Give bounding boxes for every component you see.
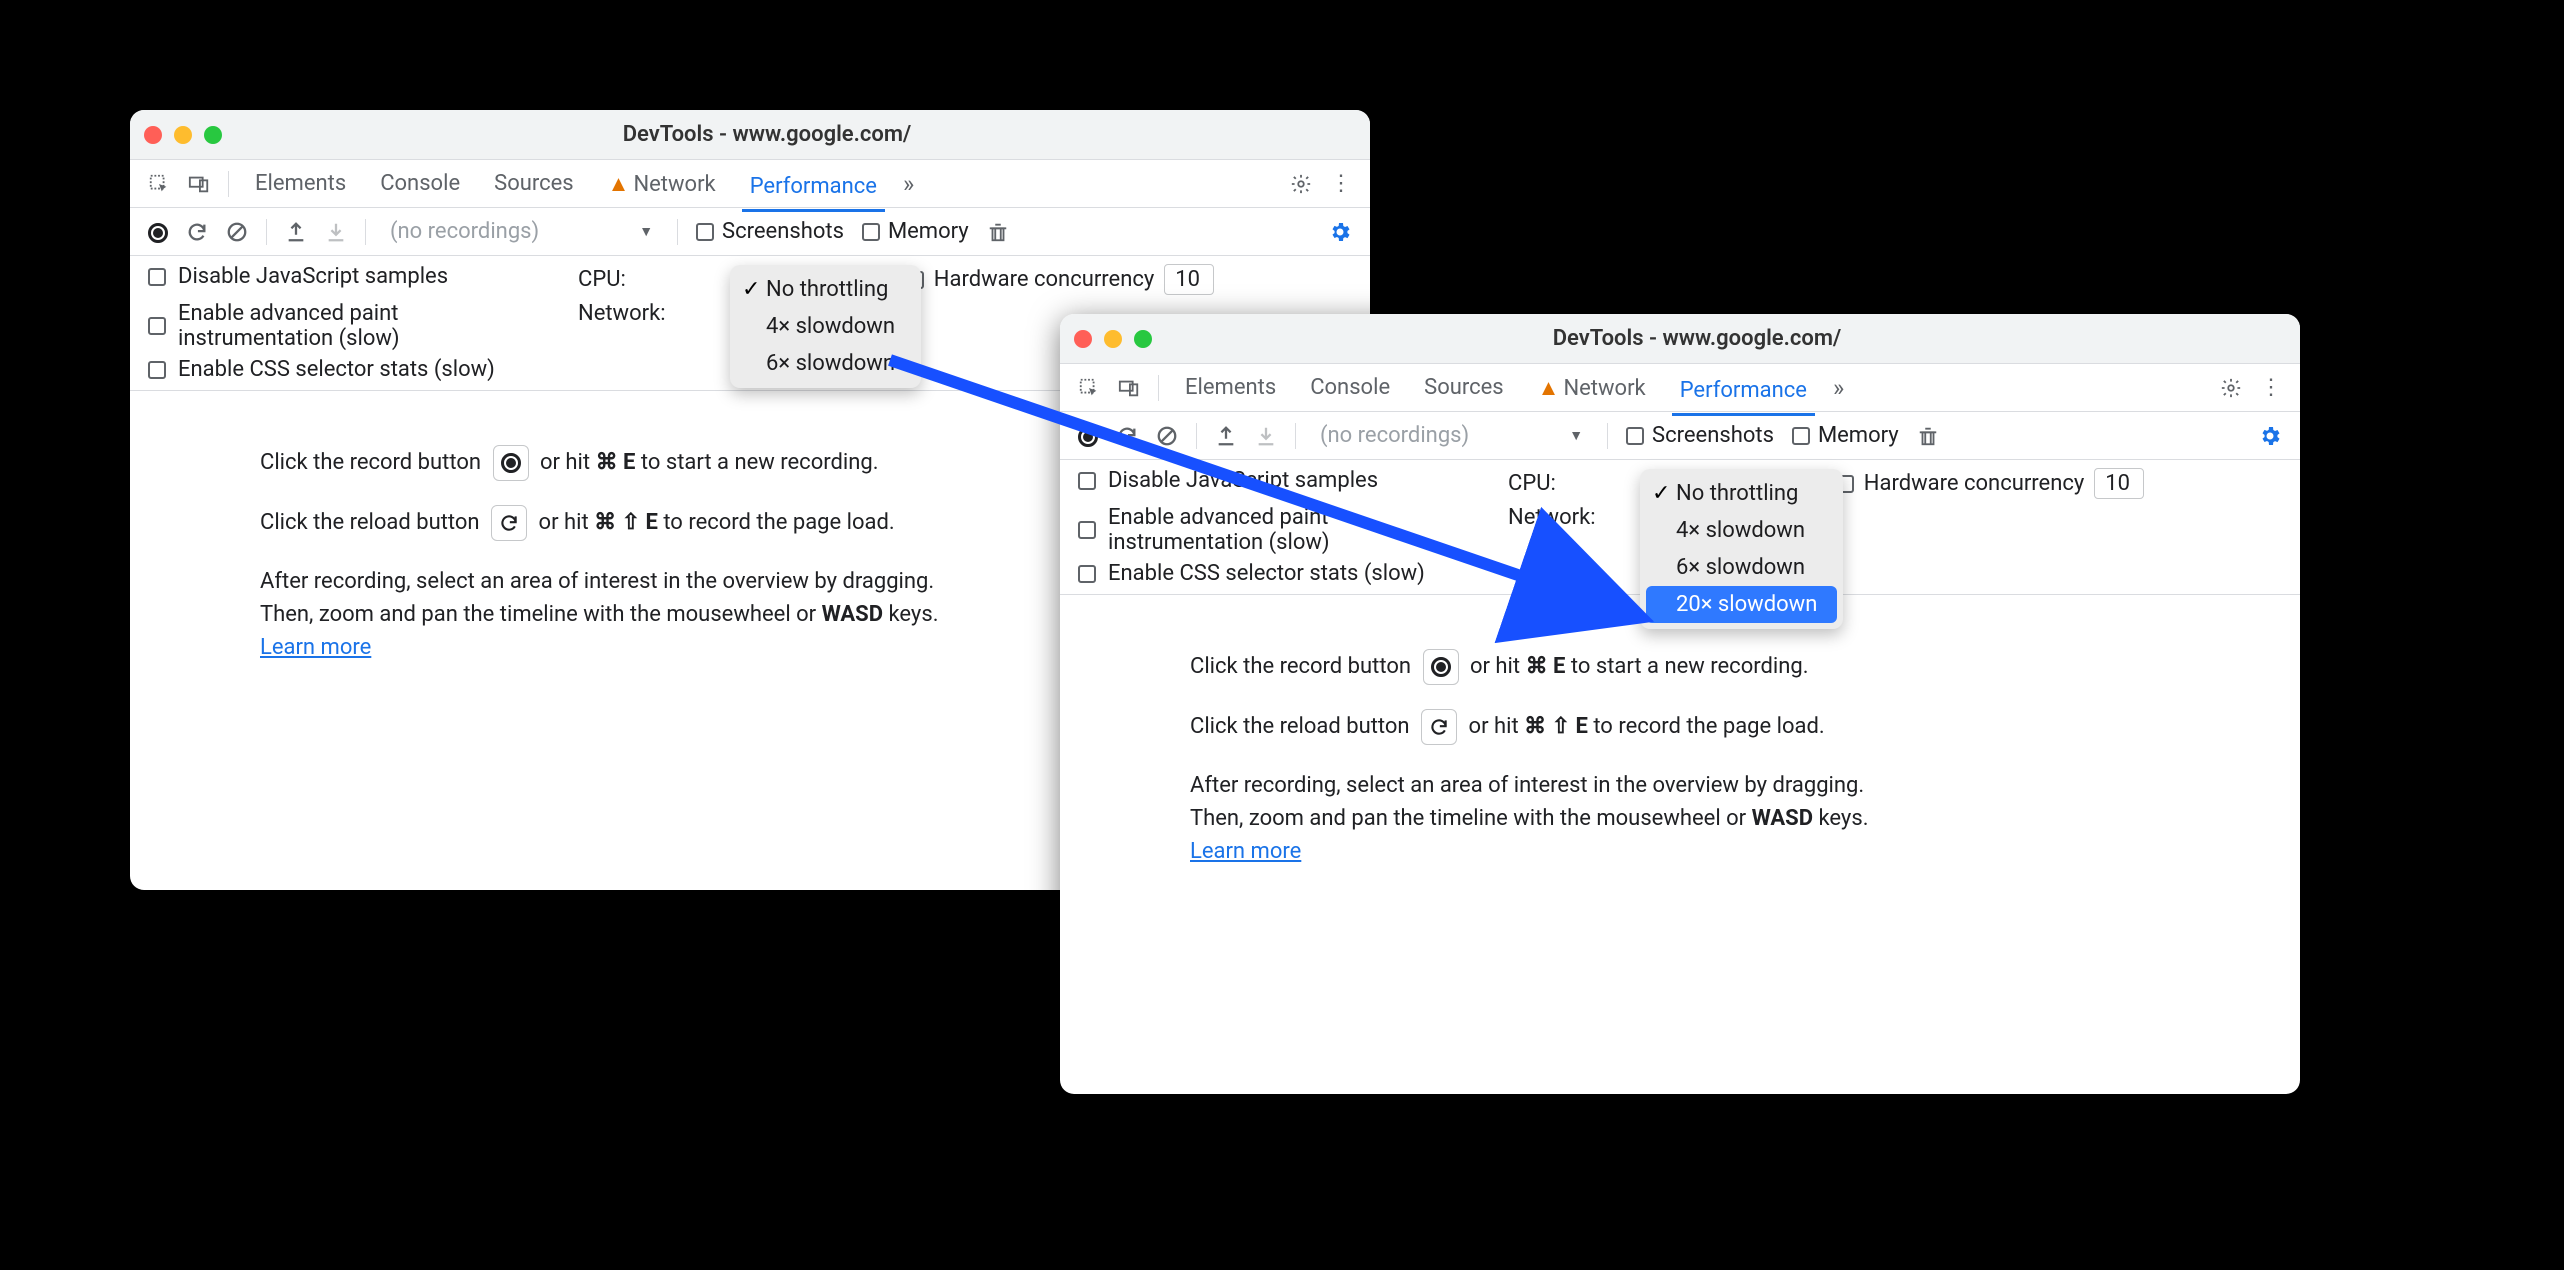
- titlebar: DevTools - www.google.com/: [1060, 314, 2300, 364]
- cpu-throttle-dropdown-before[interactable]: No throttling 4× slowdown 6× slowdown: [730, 265, 921, 388]
- window-title: DevTools - www.google.com/: [178, 122, 1356, 147]
- divider: [1607, 423, 1608, 449]
- tab-network[interactable]: ▲Network: [600, 165, 724, 203]
- learn-more-link[interactable]: Learn more: [1190, 839, 1301, 864]
- divider: [677, 219, 678, 245]
- hw-concurrency-value[interactable]: 10: [2094, 468, 2144, 499]
- learn-more-link[interactable]: Learn more: [260, 635, 371, 660]
- panel-tabs: Elements Console Sources ▲Network Perfor…: [1060, 364, 2300, 412]
- inspect-icon[interactable]: [148, 173, 170, 195]
- tab-elements[interactable]: Elements: [1177, 369, 1284, 406]
- option-20x[interactable]: 20× slowdown: [1646, 586, 1837, 623]
- recordings-select[interactable]: (no recordings) ▼: [1314, 421, 1589, 450]
- tab-console[interactable]: Console: [1302, 369, 1398, 406]
- screenshots-checkbox[interactable]: Screenshots: [1626, 423, 1774, 448]
- gear-icon[interactable]: [2220, 377, 2242, 399]
- close-icon[interactable]: [1074, 330, 1092, 348]
- recordings-select-value: (no recordings): [390, 219, 539, 244]
- kebab-icon[interactable]: ⋮: [1330, 171, 1352, 196]
- divider: [1196, 423, 1197, 449]
- clear-icon[interactable]: [226, 221, 248, 243]
- network-label: Network:: [578, 301, 666, 326]
- gear-icon[interactable]: [1290, 173, 1312, 195]
- recordings-select[interactable]: (no recordings) ▼: [384, 217, 659, 246]
- upload-icon[interactable]: [1215, 425, 1237, 447]
- download-icon[interactable]: [325, 221, 347, 243]
- kebab-icon[interactable]: ⋮: [2260, 375, 2282, 400]
- tab-console[interactable]: Console: [372, 165, 468, 202]
- perf-toolbar: (no recordings) ▼ Screenshots Memory: [130, 208, 1370, 256]
- panel-tabs: Elements Console Sources ▲Network Perfor…: [130, 160, 1370, 208]
- more-tabs-icon[interactable]: »: [903, 170, 914, 198]
- chevron-down-icon: ▼: [1569, 427, 1583, 444]
- tab-elements[interactable]: Elements: [247, 165, 354, 202]
- hw-concurrency-label: Hardware concurrency: [1864, 471, 2085, 496]
- cpu-throttle-dropdown-after[interactable]: No throttling 4× slowdown 6× slowdown 20…: [1640, 469, 1843, 629]
- hw-concurrency-label: Hardware concurrency: [934, 267, 1155, 292]
- option-6x[interactable]: 6× slowdown: [1640, 549, 1843, 586]
- download-icon[interactable]: [1255, 425, 1277, 447]
- option-no-throttling[interactable]: No throttling: [730, 271, 921, 308]
- more-tabs-icon[interactable]: »: [1833, 374, 1844, 402]
- cpu-label: CPU:: [578, 267, 626, 292]
- clear-icon[interactable]: [1156, 425, 1178, 447]
- disable-js-checkbox[interactable]: [1078, 472, 1096, 490]
- record-button[interactable]: [1423, 649, 1459, 685]
- cpu-label: CPU:: [1508, 471, 1556, 496]
- divider: [266, 219, 267, 245]
- option-4x[interactable]: 4× slowdown: [730, 308, 921, 345]
- css-stats-checkbox[interactable]: [148, 361, 166, 379]
- option-no-throttling[interactable]: No throttling: [1640, 475, 1843, 512]
- device-icon[interactable]: [188, 173, 210, 195]
- option-6x[interactable]: 6× slowdown: [730, 345, 921, 382]
- record-icon[interactable]: [148, 219, 168, 244]
- divider: [365, 219, 366, 245]
- screenshots-checkbox[interactable]: Screenshots: [696, 219, 844, 244]
- divider: [1295, 423, 1296, 449]
- reload-button[interactable]: [1421, 709, 1457, 745]
- window-title: DevTools - www.google.com/: [1108, 326, 2286, 351]
- adv-paint-checkbox[interactable]: [1078, 521, 1096, 539]
- reload-icon[interactable]: [1116, 425, 1138, 447]
- capture-settings-icon[interactable]: [2258, 424, 2282, 448]
- tab-sources[interactable]: Sources: [486, 165, 582, 202]
- inspect-icon[interactable]: [1078, 377, 1100, 399]
- memory-checkbox[interactable]: Memory: [1792, 423, 1899, 448]
- tab-sources[interactable]: Sources: [1416, 369, 1512, 406]
- upload-icon[interactable]: [285, 221, 307, 243]
- disable-js-checkbox[interactable]: [148, 268, 166, 286]
- devtools-window-after: DevTools - www.google.com/ Elements Cons…: [1060, 314, 2300, 1094]
- gc-icon[interactable]: [987, 221, 1009, 243]
- tab-performance[interactable]: Performance: [742, 168, 885, 212]
- perf-toolbar: (no recordings) ▼ Screenshots Memory: [1060, 412, 2300, 460]
- divider: [228, 171, 229, 197]
- reload-button[interactable]: [491, 505, 527, 541]
- tab-performance[interactable]: Performance: [1672, 372, 1815, 416]
- gc-icon[interactable]: [1917, 425, 1939, 447]
- instructions: Click the record button or hit ⌘ E to st…: [1060, 595, 2300, 922]
- adv-paint-checkbox[interactable]: [148, 317, 166, 335]
- option-4x[interactable]: 4× slowdown: [1640, 512, 1843, 549]
- record-button[interactable]: [493, 445, 529, 481]
- capture-settings-icon[interactable]: [1328, 220, 1352, 244]
- reload-icon[interactable]: [186, 221, 208, 243]
- warning-icon: ▲: [1538, 376, 1560, 401]
- titlebar: DevTools - www.google.com/: [130, 110, 1370, 160]
- recordings-select-value: (no recordings): [1320, 423, 1469, 448]
- css-stats-checkbox[interactable]: [1078, 565, 1096, 583]
- record-icon[interactable]: [1078, 423, 1098, 448]
- chevron-down-icon: ▼: [639, 223, 653, 240]
- memory-checkbox[interactable]: Memory: [862, 219, 969, 244]
- tab-network[interactable]: ▲Network: [1530, 369, 1654, 407]
- hw-concurrency-value[interactable]: 10: [1164, 264, 1214, 295]
- warning-icon: ▲: [608, 172, 630, 197]
- divider: [1158, 375, 1159, 401]
- close-icon[interactable]: [144, 126, 162, 144]
- device-icon[interactable]: [1118, 377, 1140, 399]
- network-label: Network:: [1508, 505, 1596, 530]
